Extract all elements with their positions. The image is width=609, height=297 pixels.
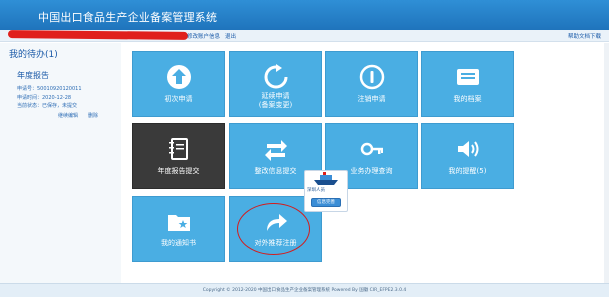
- help-docs-link[interactable]: 帮助文档下载: [568, 32, 601, 40]
- archive-icon: [456, 69, 479, 85]
- tile-my-notices[interactable]: 我的通知书: [132, 196, 225, 262]
- transfer-arrows-icon: [264, 140, 287, 161]
- info-complete-button[interactable]: 信息完善: [311, 198, 341, 207]
- highlight-circle: [237, 203, 310, 255]
- arrow-up-circle-icon: [166, 65, 191, 89]
- annual-report-title[interactable]: 年度报告: [17, 70, 49, 81]
- speaker-icon: [457, 141, 478, 157]
- tile-renewal-application[interactable]: 延续申请 (备案变更): [229, 51, 322, 117]
- app-title: 中国出口食品生产企业备案管理系统: [38, 11, 218, 24]
- application-time: 申请时间：2020-12-28: [17, 95, 72, 101]
- notebook-icon: [168, 138, 188, 160]
- key-icon: [360, 142, 383, 156]
- tile-label: 我的提醒(5): [448, 167, 487, 175]
- app-header: 中国出口食品生产企业备案管理系统: [0, 0, 609, 30]
- continue-edit-link[interactable]: 继续编辑: [58, 112, 78, 119]
- page-footer: Copyright © 2012-2020 中国出口食品生产企业备案管理系统 P…: [0, 283, 609, 297]
- floating-service-widget[interactable]: 深圳人员 信息完善: [304, 170, 348, 212]
- edit-account-link[interactable]: 修改账户信息: [187, 32, 220, 40]
- delete-link[interactable]: 删除: [88, 112, 98, 119]
- widget-caption: 深圳人员: [307, 188, 325, 193]
- tile-annual-report-submit[interactable]: 年度报告提交: [132, 123, 225, 189]
- star-folder-icon: [167, 215, 190, 231]
- tile-label: 我的通知书: [161, 239, 196, 247]
- tile-label: 年度报告提交: [157, 167, 200, 175]
- tile-label: 初次申请: [164, 95, 193, 103]
- application-status: 当前状态：已保存，未提交: [17, 103, 78, 109]
- tile-label: 我的档案: [453, 95, 482, 103]
- service-ship-icon: [314, 172, 338, 185]
- tile-cancellation-application[interactable]: 注销申请: [325, 51, 418, 117]
- tile-my-reminders[interactable]: 我的提醒(5): [421, 123, 514, 189]
- tile-label: 延续申请 (备案变更): [258, 92, 293, 109]
- refresh-icon: [264, 64, 287, 89]
- page-scrollbar[interactable]: [604, 43, 609, 283]
- tile-initial-application[interactable]: 初次申请: [132, 51, 225, 117]
- copyright-text: Copyright © 2012-2020 中国出口食品生产企业备案管理系统 P…: [202, 288, 407, 293]
- application-number: 申请号：50010920120011: [17, 86, 82, 92]
- logout-link[interactable]: 退出: [225, 32, 236, 40]
- info-circle-icon: [359, 64, 384, 90]
- todo-title: 我的待办(1): [9, 50, 58, 60]
- tile-my-archive[interactable]: 我的档案: [421, 51, 514, 117]
- tile-label: 注销申请: [357, 95, 386, 103]
